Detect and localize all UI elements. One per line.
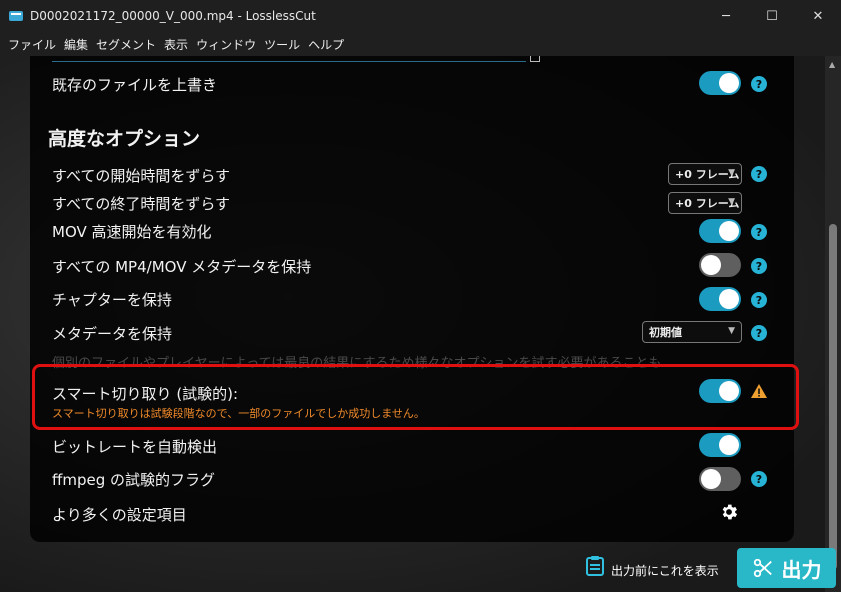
advanced-options-title: 高度なオプション (48, 128, 201, 150)
keep-metadata-value: 初期値 (649, 326, 682, 339)
toggle-knob (701, 255, 721, 275)
auto-bitrate-toggle[interactable] (699, 433, 741, 457)
chevron-down-icon: ▼ (728, 326, 735, 336)
show-before-export-label: 出力前にこれを表示 (611, 564, 719, 578)
scroll-thumb[interactable] (829, 224, 837, 570)
previous-input-icon (530, 56, 540, 62)
overwrite-toggle[interactable] (699, 71, 741, 95)
menu-view[interactable]: 表示 (160, 36, 192, 53)
help-icon[interactable]: ? (751, 258, 767, 274)
app-icon (9, 11, 23, 21)
title-bar: D0002021172_00000_V_000.mp4 - LosslessCu… (0, 0, 841, 32)
toggle-knob (719, 381, 739, 401)
keep-chapters-label: チャプターを保持 (52, 291, 172, 309)
keep-metadata-select[interactable]: 初期値 ▼ (642, 321, 742, 343)
toggle-knob (719, 221, 739, 241)
keep-metadata-label: メタデータを保持 (52, 325, 173, 343)
shift-start-select[interactable]: +0 フレーム ▼ (668, 163, 742, 185)
keep-all-metadata-label: すべての MP4/MOV メタデータを保持 (52, 258, 312, 276)
help-icon[interactable]: ? (751, 292, 767, 308)
menu-file[interactable]: ファイル (4, 36, 60, 53)
warning-icon (751, 384, 767, 398)
gear-icon[interactable] (719, 502, 739, 522)
minimize-button[interactable]: ─ (703, 0, 749, 32)
previous-input-remnant (52, 56, 526, 62)
mov-faststart-toggle[interactable] (699, 219, 741, 243)
smart-cut-label: スマート切り取り (試験的): (52, 385, 239, 403)
ffmpeg-flags-label: ffmpeg の試験的フラグ (52, 471, 215, 489)
export-button[interactable]: 出力 (737, 548, 836, 588)
window-controls: ─ ☐ ✕ (703, 0, 841, 32)
help-icon[interactable]: ? (751, 76, 767, 92)
toggle-knob (719, 435, 739, 455)
maximize-button[interactable]: ☐ (749, 0, 795, 32)
scroll-up-arrow-icon[interactable]: ▲ (829, 60, 835, 69)
overwrite-label: 既存のファイルを上書き (52, 76, 218, 94)
menu-tools[interactable]: ツール (260, 36, 304, 53)
auto-bitrate-label: ビットレートを自動検出 (52, 438, 218, 456)
ffmpeg-flags-toggle[interactable] (699, 467, 741, 491)
more-settings-label: より多くの設定項目 (52, 506, 187, 524)
toggle-knob (719, 73, 739, 93)
shift-end-label: すべての終了時間をずらす (52, 195, 231, 213)
toggle-knob (719, 289, 739, 309)
shift-end-select[interactable]: +0 フレーム ▼ (668, 192, 742, 214)
help-icon[interactable]: ? (751, 325, 767, 341)
shift-start-label: すべての開始時間をずらす (52, 167, 231, 185)
content-area: 既存のファイルを上書き ? 高度なオプション すべての開始時間をずらす +0 フ… (0, 56, 825, 592)
chevron-down-icon: ▼ (728, 168, 735, 178)
export-label: 出力 (781, 557, 822, 582)
mov-faststart-label: MOV 高速開始を有効化 (52, 223, 212, 241)
window-title: D0002021172_00000_V_000.mp4 - LosslessCu… (30, 9, 316, 23)
menu-bar: ファイル 編集 セグメント 表示 ウィンドウ ツール ヘルプ (0, 32, 841, 56)
scrollbar[interactable]: ▲ ▼ (825, 56, 841, 592)
smart-cut-toggle[interactable] (699, 379, 741, 403)
checklist-icon (586, 555, 604, 576)
scissors-icon (753, 558, 772, 578)
smart-cut-warning: スマート切り取りは試験段階なので、一部のファイルでしか成功しません。 (52, 407, 425, 420)
menu-window[interactable]: ウィンドウ (192, 36, 260, 53)
help-icon[interactable]: ? (751, 224, 767, 240)
toggle-knob (701, 469, 721, 489)
help-icon[interactable]: ? (751, 471, 767, 487)
menu-segment[interactable]: セグメント (92, 36, 160, 53)
menu-help[interactable]: ヘルプ (304, 36, 348, 53)
close-button[interactable]: ✕ (795, 0, 841, 32)
menu-edit[interactable]: 編集 (60, 36, 92, 53)
settings-panel: 既存のファイルを上書き ? 高度なオプション すべての開始時間をずらす +0 フ… (30, 56, 799, 542)
help-icon[interactable]: ? (751, 166, 767, 182)
show-before-export-link[interactable]: 出力前にこれを表示 (585, 552, 719, 579)
chevron-down-icon: ▼ (728, 197, 735, 207)
keep-chapters-toggle[interactable] (699, 287, 741, 311)
keep-all-metadata-toggle[interactable] (699, 253, 741, 277)
